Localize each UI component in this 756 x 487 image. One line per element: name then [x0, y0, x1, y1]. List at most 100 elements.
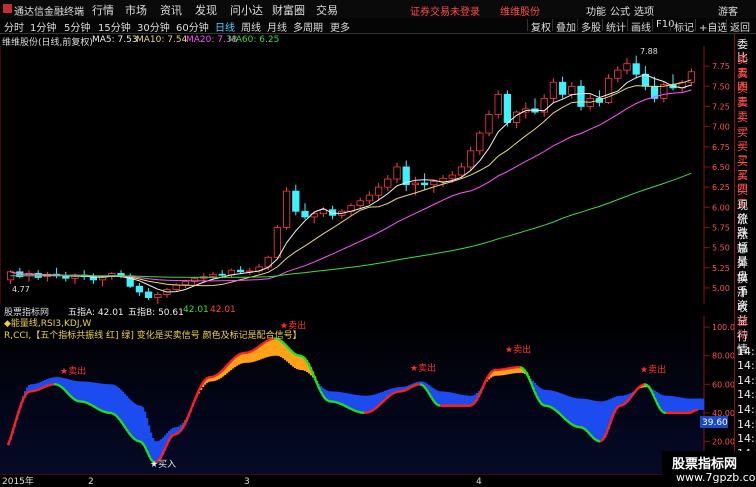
tab-monthly[interactable]: 月线 [267, 19, 287, 34]
signal-line-segment [403, 388, 407, 392]
signal-line-segment [35, 388, 39, 392]
tab-weekly[interactable]: 周线 [241, 19, 261, 34]
candle [632, 63, 640, 75]
tab-60min[interactable]: 60分钟 [176, 19, 209, 34]
back-button[interactable]: 返回 [726, 19, 750, 34]
candle [273, 227, 282, 258]
mark-button[interactable]: 标记 [670, 19, 694, 34]
signal-line-segment [95, 406, 99, 410]
signal-line-segment [215, 373, 219, 377]
menu-item-trade[interactable]: 交易 [316, 2, 338, 18]
fill-slice [258, 347, 261, 361]
signal-line-segment [169, 435, 173, 440]
signal-line-segment [617, 404, 621, 408]
fill-slice [254, 349, 257, 362]
login-alert[interactable]: 证券交易未登录 [410, 3, 480, 18]
signal-line-segment [413, 383, 417, 387]
adjust-button[interactable]: 复权 [527, 19, 551, 34]
menu-item-market[interactable]: 市场 [125, 2, 147, 18]
formula-menu[interactable]: 公式 [610, 3, 630, 18]
function-menu[interactable]: 功能 [586, 3, 606, 18]
statistics-button[interactable]: 统计 [602, 19, 626, 34]
menu-item-discover[interactable]: 发现 [195, 2, 217, 18]
tab-multi-period[interactable]: 多周期 [293, 19, 323, 34]
signal-line-segment [409, 385, 413, 389]
signal-line-segment [645, 383, 649, 387]
fill-slice [590, 400, 593, 435]
ma60-line [10, 172, 692, 278]
fill-slice [244, 352, 247, 363]
fill-slice [100, 383, 103, 410]
fill-slice [274, 338, 277, 356]
signal-line-segment [595, 438, 599, 443]
fill-slice [332, 391, 335, 402]
tab-30min[interactable]: 30分钟 [137, 19, 170, 34]
date-axis: 2015年 2 3 4 [0, 474, 704, 487]
overlay-button[interactable]: 叠加 [552, 19, 576, 34]
date-tick-2015: 2015年 [2, 475, 34, 487]
fill-slice [360, 395, 363, 413]
signal-line-segment [431, 397, 435, 402]
menu-item-ask[interactable]: 问小达 [230, 2, 263, 18]
signal-line-segment [141, 441, 145, 446]
signal-line-segment [201, 380, 205, 385]
options-menu[interactable]: 选项 [634, 3, 654, 18]
menu-item-news[interactable]: 资讯 [160, 2, 182, 18]
signal-line-segment [73, 398, 77, 402]
fill-slice [694, 398, 697, 411]
fill-slice [682, 397, 685, 413]
indicator-header: 股票指标网 五指A: 42.01 五指B: 50.61 42.01 42.01 [0, 304, 732, 318]
ma-info-bar: 维维股份(日线,前复权) MA5: 7.53 MA10: 7.54 MA20: … [0, 34, 720, 48]
fill-slice [540, 388, 543, 403]
signal-line-segment [426, 391, 432, 396]
fill-slice [578, 398, 581, 427]
indicator-v1: 42.01 [183, 305, 209, 315]
signal-line-segment [83, 400, 87, 404]
fill-slice [90, 382, 93, 405]
fill-slice [672, 396, 675, 413]
tab-15min[interactable]: 15分钟 [98, 19, 131, 34]
signal-line-segment [293, 352, 297, 356]
menu-item-wealth[interactable]: 财富圈 [272, 2, 305, 18]
candle [374, 186, 383, 196]
price-chart[interactable]: 7.75 7.50 7.25 7.00 6.75 6.50 6.25 6.00 5.75 5.50… [0, 46, 734, 304]
signal-line-segment [41, 386, 45, 390]
fill-slice [542, 389, 545, 405]
fill-slice [60, 377, 63, 386]
fill-slice [262, 344, 265, 359]
add-favorite-button[interactable]: +自选 [695, 19, 727, 34]
tab-5min[interactable]: 5分钟 [64, 19, 90, 34]
stock-name-alert[interactable]: 维维股份 [500, 3, 540, 18]
tab-daily[interactable]: 日线 [215, 19, 235, 34]
signal-line-segment [211, 375, 215, 379]
tab-timeshare[interactable]: 分时 [4, 19, 24, 34]
fill-slice [446, 391, 449, 406]
fill-slice [698, 398, 701, 410]
indicator-chart[interactable]: 100.0080.0060.0040.0020.00 ★卖出★卖出★卖出★卖出★… [0, 316, 734, 474]
signal-line-segment [661, 410, 665, 414]
signal-line-segment [87, 402, 91, 406]
tab-1min[interactable]: 1分钟 [30, 19, 56, 34]
signal-line-segment [373, 407, 377, 411]
signal-line-segment [377, 403, 381, 408]
current-value: 39.60 [702, 418, 728, 428]
fill-slice [116, 386, 119, 416]
draw-line-button[interactable]: 画线 [627, 19, 651, 34]
signal-line-segment [519, 365, 523, 369]
signal-line-segment [387, 394, 391, 399]
price-tick-label: 5.00 [712, 284, 730, 293]
guest-label[interactable]: 游客 [718, 3, 738, 18]
tab-more[interactable]: 更多 [330, 19, 350, 34]
signal-line-segment [647, 385, 651, 390]
signal-line-segment [103, 410, 107, 414]
multi-stock-button[interactable]: 多股 [577, 19, 601, 34]
signal-line-segment [261, 341, 265, 346]
menu-item-quotes[interactable]: 行情 [92, 2, 114, 18]
fill-slice [356, 395, 359, 412]
signal-line-segment [391, 391, 395, 396]
signal-line-segment [217, 371, 221, 376]
fill-slice [266, 341, 269, 358]
signal-line-segment [541, 403, 545, 407]
signal-line-segment [693, 408, 697, 412]
signal-line-segment [89, 403, 93, 407]
